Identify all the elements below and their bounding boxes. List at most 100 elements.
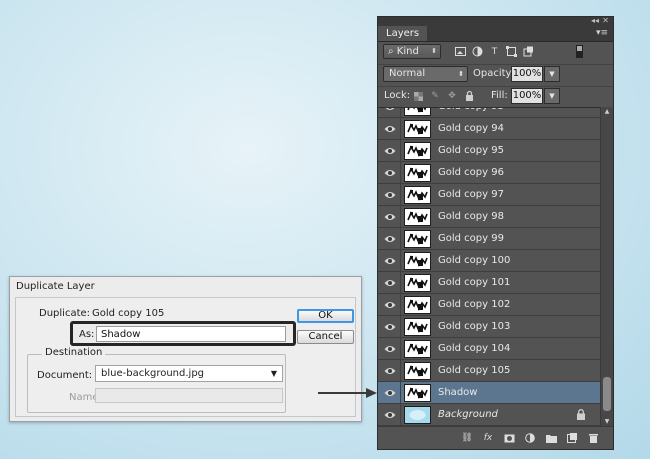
layer-name[interactable]: Gold copy 95 xyxy=(438,145,504,156)
opacity-input[interactable]: 100% xyxy=(511,66,543,82)
filter-toggle-switch[interactable] xyxy=(576,45,583,58)
layer-row[interactable]: Gold copy 93 xyxy=(378,108,600,118)
layer-thumbnail[interactable] xyxy=(404,252,431,270)
close-icon[interactable]: ✕ xyxy=(602,17,609,25)
visibility-toggle[interactable] xyxy=(378,404,401,425)
tab-layers[interactable]: Layers xyxy=(378,26,428,41)
fill-dropdown-icon[interactable]: ▼ xyxy=(544,88,560,104)
trash-icon[interactable] xyxy=(587,432,599,444)
layer-name[interactable]: Gold copy 103 xyxy=(438,321,510,332)
layer-thumbnail[interactable] xyxy=(404,362,431,380)
visibility-toggle[interactable] xyxy=(378,382,401,403)
layer-row[interactable]: Gold copy 105 xyxy=(378,360,600,382)
layer-thumbnail[interactable] xyxy=(404,406,431,424)
layer-name[interactable]: Gold copy 93 xyxy=(438,108,504,112)
layer-name[interactable]: Gold copy 94 xyxy=(438,123,504,134)
layer-row[interactable]: Gold copy 100 xyxy=(378,250,600,272)
link-layers-icon[interactable]: ⛓ xyxy=(461,432,473,444)
layer-row[interactable]: Gold copy 103 xyxy=(378,316,600,338)
cancel-button[interactable]: Cancel xyxy=(297,330,354,344)
layer-thumbnail[interactable] xyxy=(404,318,431,336)
layer-name[interactable]: Gold copy 97 xyxy=(438,189,504,200)
visibility-toggle[interactable] xyxy=(378,228,401,249)
blend-mode-select[interactable]: Normal ⬍ xyxy=(383,66,468,82)
layer-row[interactable]: Background xyxy=(378,404,600,426)
visibility-toggle[interactable] xyxy=(378,108,401,117)
lock-all-icon[interactable] xyxy=(463,90,475,102)
scroll-thumb[interactable] xyxy=(603,377,611,411)
fx-icon[interactable]: fx xyxy=(482,432,494,444)
layer-row[interactable]: Gold copy 97 xyxy=(378,184,600,206)
layer-name[interactable]: Gold copy 98 xyxy=(438,211,504,222)
opacity-dropdown-icon[interactable]: ▼ xyxy=(544,66,560,82)
visibility-toggle[interactable] xyxy=(378,184,401,205)
new-layer-icon[interactable] xyxy=(566,432,578,444)
visibility-toggle[interactable] xyxy=(378,118,401,139)
layer-name[interactable]: Background xyxy=(438,409,498,420)
layer-row[interactable]: Gold copy 101 xyxy=(378,272,600,294)
lock-image-icon[interactable]: ✎ xyxy=(429,90,441,102)
visibility-toggle[interactable] xyxy=(378,316,401,337)
layer-thumbnail[interactable] xyxy=(404,340,431,358)
layer-row[interactable]: Gold copy 98 xyxy=(378,206,600,228)
layer-thumbnail[interactable] xyxy=(404,384,431,402)
visibility-toggle[interactable] xyxy=(378,338,401,359)
layer-thumbnail[interactable] xyxy=(404,142,431,160)
name-input[interactable] xyxy=(95,388,283,403)
visibility-toggle[interactable] xyxy=(378,162,401,183)
scroll-up-icon[interactable]: ▲ xyxy=(601,107,613,117)
panel-menu-icon[interactable]: ▾≡ xyxy=(596,27,608,39)
adjustment-filter-icon[interactable] xyxy=(471,45,484,58)
filter-kind-select[interactable]: ⌕ Kind ⬍ xyxy=(383,44,441,59)
layer-name[interactable]: Gold copy 102 xyxy=(438,299,510,310)
group-folder-icon[interactable] xyxy=(545,432,557,444)
ok-button[interactable]: OK xyxy=(297,309,354,323)
layers-scrollbar[interactable]: ▲ ▼ xyxy=(600,107,613,427)
layer-name[interactable]: Gold copy 99 xyxy=(438,233,504,244)
blend-row: Normal ⬍ Opacity: 100% ▼ xyxy=(378,64,613,87)
adjustment-layer-icon[interactable] xyxy=(524,432,536,444)
visibility-toggle[interactable] xyxy=(378,206,401,227)
image-filter-icon[interactable] xyxy=(454,45,467,58)
collapse-icon[interactable]: ◂◂ xyxy=(591,17,599,25)
layer-name[interactable]: Gold copy 96 xyxy=(438,167,504,178)
layer-row[interactable]: Gold copy 95 xyxy=(378,140,600,162)
layer-name[interactable]: Shadow xyxy=(438,387,477,398)
smart-object-filter-icon[interactable] xyxy=(522,45,535,58)
layer-row[interactable]: Shadow xyxy=(378,382,600,404)
layer-row[interactable]: Gold copy 96 xyxy=(378,162,600,184)
shape-filter-icon[interactable] xyxy=(505,45,518,58)
type-filter-icon[interactable]: T xyxy=(488,45,501,58)
filter-kind-value: Kind xyxy=(396,46,419,57)
layer-name[interactable]: Gold copy 101 xyxy=(438,277,510,288)
as-input[interactable] xyxy=(96,326,286,342)
visibility-toggle[interactable] xyxy=(378,272,401,293)
layer-name[interactable]: Gold copy 105 xyxy=(438,365,510,376)
destination-legend: Destination xyxy=(42,347,106,358)
document-select[interactable]: blue-background.jpg ▼ xyxy=(95,365,283,382)
lock-transparent-icon[interactable] xyxy=(412,90,424,102)
layer-name[interactable]: Gold copy 104 xyxy=(438,343,510,354)
layer-thumbnail[interactable] xyxy=(404,108,431,116)
layer-thumbnail[interactable] xyxy=(404,120,431,138)
layer-row[interactable]: Gold copy 99 xyxy=(378,228,600,250)
fill-input[interactable]: 100% xyxy=(511,88,543,104)
visibility-toggle[interactable] xyxy=(378,294,401,315)
visibility-toggle[interactable] xyxy=(378,250,401,271)
layer-thumbnail[interactable] xyxy=(404,186,431,204)
layer-thumbnail[interactable] xyxy=(404,274,431,292)
layer-name[interactable]: Gold copy 100 xyxy=(438,255,510,266)
visibility-toggle[interactable] xyxy=(378,360,401,381)
eye-icon xyxy=(384,108,396,112)
layer-row[interactable]: Gold copy 102 xyxy=(378,294,600,316)
visibility-toggle[interactable] xyxy=(378,140,401,161)
lock-position-icon[interactable]: ✥ xyxy=(446,90,458,102)
layer-thumbnail[interactable] xyxy=(404,230,431,248)
layer-thumbnail[interactable] xyxy=(404,208,431,226)
layer-mask-icon[interactable] xyxy=(503,432,515,444)
layer-row[interactable]: Gold copy 94 xyxy=(378,118,600,140)
layer-thumbnail[interactable] xyxy=(404,164,431,182)
layer-thumbnail[interactable] xyxy=(404,296,431,314)
dialog-body: Duplicate: Gold copy 105 As: Destination… xyxy=(15,297,356,417)
layer-row[interactable]: Gold copy 104 xyxy=(378,338,600,360)
